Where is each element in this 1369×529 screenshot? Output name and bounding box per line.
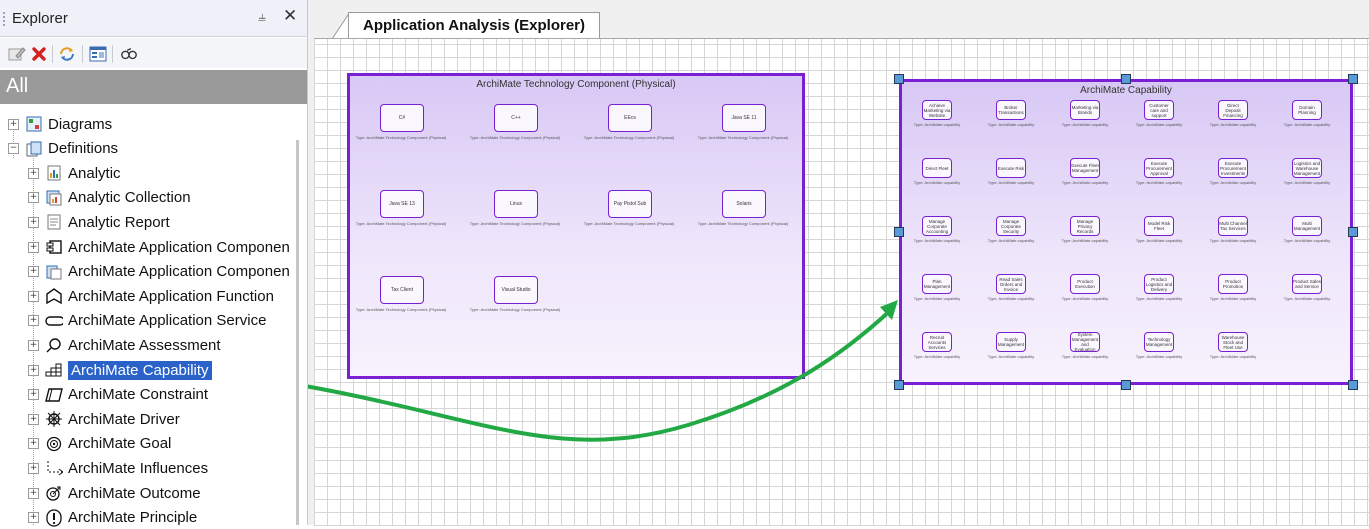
tree-item-label: Analytic Report	[68, 213, 170, 231]
close-icon[interactable]: ✕	[283, 6, 297, 26]
expand-icon[interactable]: +	[28, 216, 39, 228]
capability-icon	[45, 361, 63, 379]
expand-icon[interactable]: +	[28, 339, 39, 351]
tree-item[interactable]: + ArchiMate Principle	[28, 507, 197, 529]
influences-icon	[45, 459, 63, 477]
tree-item-label: ArchiMate Application Componen	[68, 238, 290, 256]
outcome-icon	[45, 484, 63, 502]
analytic-collection-icon	[45, 189, 63, 207]
tree-item[interactable]: − Definitions	[8, 138, 118, 160]
pin-icon[interactable]: ⫨	[258, 8, 266, 25]
assessment-icon	[45, 336, 63, 354]
expand-icon[interactable]: +	[28, 512, 39, 524]
driver-icon	[45, 410, 63, 428]
tree-item[interactable]: + ArchiMate Application Componen	[28, 261, 290, 283]
expand-icon[interactable]: +	[8, 118, 19, 130]
properties-icon[interactable]	[89, 45, 107, 63]
tree-item-label: ArchiMate Application Service	[68, 312, 267, 330]
refresh-icon[interactable]	[58, 45, 76, 63]
expand-icon[interactable]: +	[28, 462, 39, 474]
tree-item[interactable]: + ArchiMate Application Service	[28, 310, 266, 332]
tree-item[interactable]: + ArchiMate Capability	[28, 359, 212, 381]
tree-item[interactable]: + Analytic	[28, 162, 121, 184]
tree-item[interactable]: + ArchiMate Application Componen	[28, 236, 290, 258]
explorer-title: Explorer	[12, 10, 68, 27]
tree-item[interactable]: + ArchiMate Goal	[28, 433, 171, 455]
expand-icon[interactable]: +	[28, 266, 39, 278]
analytic-icon	[45, 164, 63, 182]
explorer-toolbar	[0, 38, 307, 68]
drag-arrow-icon	[308, 300, 898, 442]
expand-icon[interactable]: +	[28, 487, 39, 499]
expand-icon[interactable]: +	[28, 389, 39, 401]
diagram-document: Application Analysis (Explorer) ArchiMat…	[308, 0, 1369, 526]
drag-grip-icon[interactable]	[3, 12, 7, 26]
report-icon	[45, 213, 63, 231]
scope-all-bar[interactable]: All	[0, 70, 307, 104]
expand-icon[interactable]: +	[28, 167, 39, 179]
tree-item[interactable]: + ArchiMate Constraint	[28, 384, 208, 406]
expand-icon[interactable]: +	[28, 241, 39, 253]
tree-item[interactable]: + Analytic Report	[28, 211, 170, 233]
tree-item[interactable]: + ArchiMate Application Function	[28, 285, 274, 307]
tree-item-label: Analytic	[68, 164, 121, 182]
tree-item-label: ArchiMate Principle	[68, 509, 198, 527]
tree-item-label: ArchiMate Constraint	[68, 386, 209, 404]
scope-all-label: All	[6, 75, 29, 97]
tree-item-label: ArchiMate Driver	[68, 410, 180, 428]
tree-item-label: Definitions	[48, 140, 119, 158]
tree-item-label: Analytic Collection	[68, 189, 191, 207]
explorer-panel: Explorer ⫨ ✕ All + Diagrams − Definitions + A…	[0, 0, 308, 527]
collapse-icon[interactable]: −	[8, 143, 19, 155]
tree-item-label: ArchiMate Assessment	[68, 336, 221, 354]
constraint-icon	[45, 386, 63, 404]
tree-item-label: ArchiMate Application Componen	[68, 263, 290, 281]
tree-item[interactable]: + ArchiMate Outcome	[28, 482, 201, 504]
expand-icon[interactable]: +	[28, 290, 39, 302]
expand-icon[interactable]: +	[28, 192, 39, 204]
tree-item-label: ArchiMate Goal	[68, 435, 172, 453]
tree-item-label: ArchiMate Capability	[68, 360, 212, 380]
tree-item-label: ArchiMate Application Function	[68, 287, 274, 305]
component-type-icon	[45, 263, 63, 281]
tree-item[interactable]: + ArchiMate Driver	[28, 408, 180, 430]
definitions-icon	[25, 140, 43, 158]
explorer-title-bar: Explorer ⫨ ✕	[0, 0, 307, 37]
link-icon[interactable]	[120, 45, 138, 63]
component-icon	[45, 238, 63, 256]
tree-item-label: Diagrams	[48, 115, 113, 133]
expand-icon[interactable]: +	[28, 315, 39, 327]
expand-icon[interactable]: +	[28, 364, 39, 376]
tree-item-label: ArchiMate Influences	[68, 459, 209, 477]
tree-item[interactable]: + Diagrams	[8, 113, 112, 135]
principle-icon	[45, 508, 63, 527]
expand-icon[interactable]: +	[28, 413, 39, 425]
diagram-icon	[25, 115, 43, 133]
tree-item[interactable]: + ArchiMate Influences	[28, 457, 208, 479]
scrollbar[interactable]	[296, 140, 299, 525]
function-icon	[45, 287, 63, 305]
expand-icon[interactable]: +	[28, 438, 39, 450]
delete-icon[interactable]	[30, 45, 48, 63]
edit-icon[interactable]	[8, 45, 26, 63]
tree-item[interactable]: + Analytic Collection	[28, 187, 191, 209]
tree-item-label: ArchiMate Outcome	[68, 484, 201, 502]
service-icon	[45, 312, 63, 330]
tree-item[interactable]: + ArchiMate Assessment	[28, 334, 221, 356]
goal-icon	[45, 435, 63, 453]
